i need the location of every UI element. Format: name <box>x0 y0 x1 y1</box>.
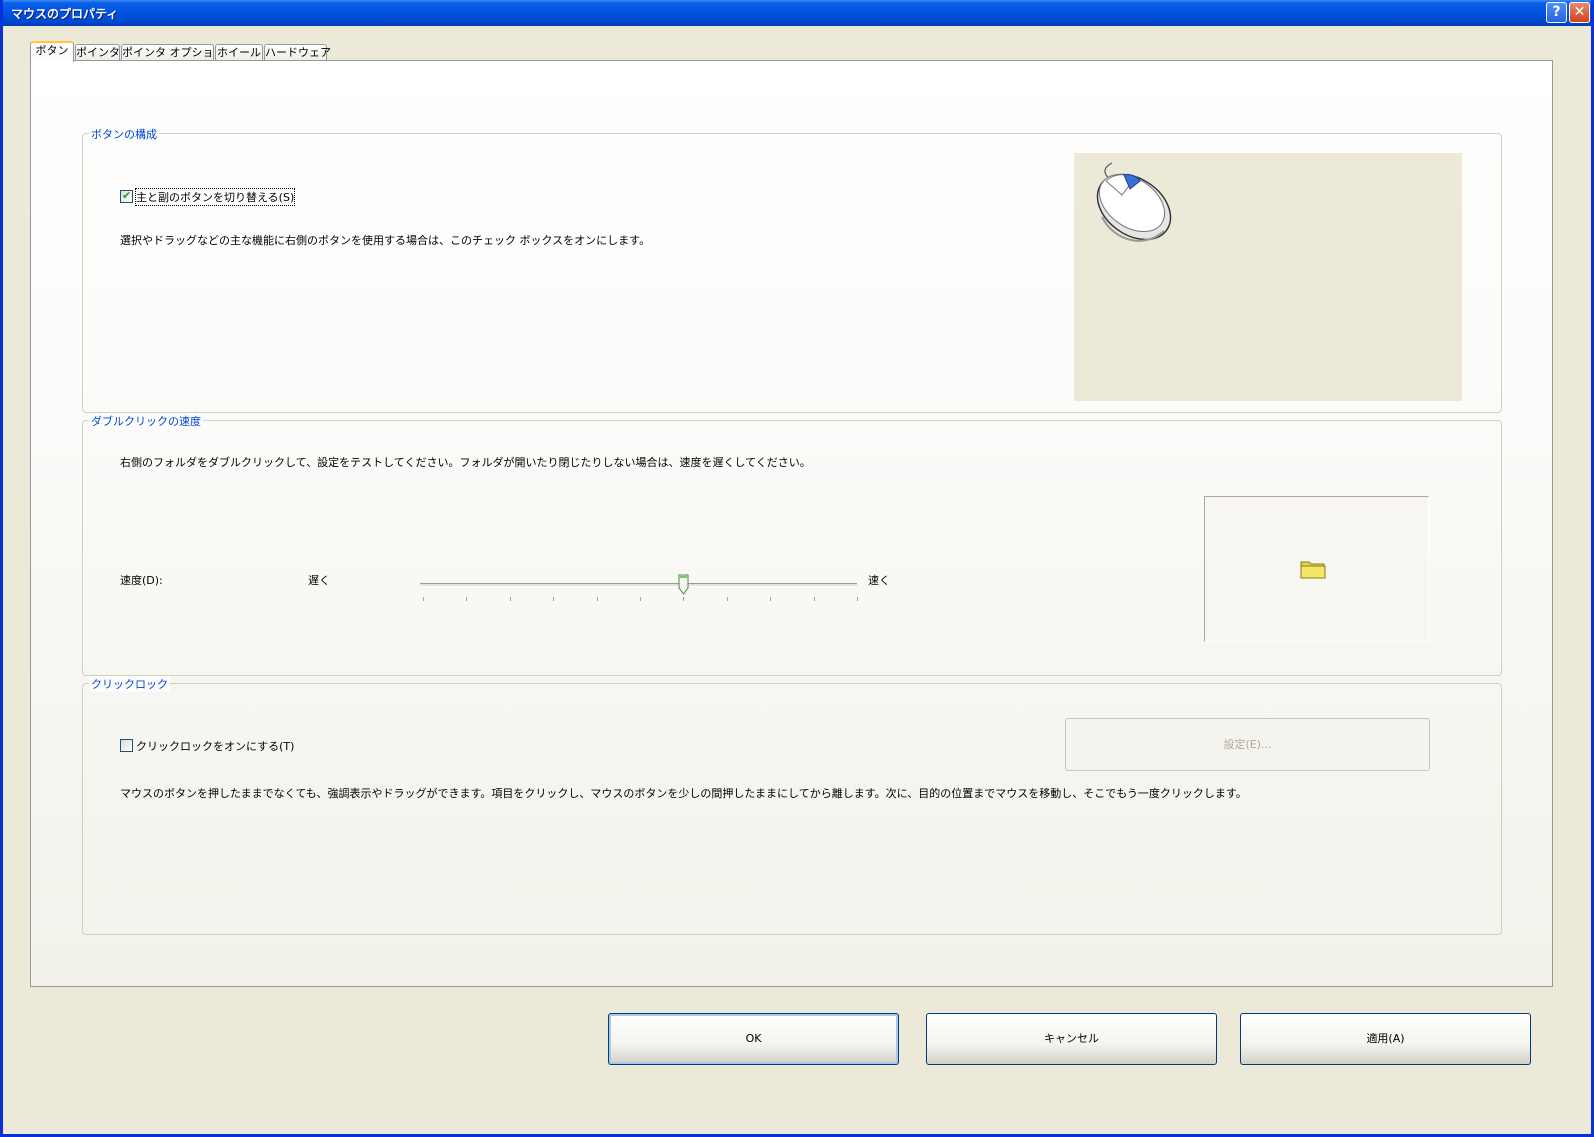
swap-description: 選択やドラッグなどの主な機能に右側のボタンを使用する場合は、このチェック ボック… <box>120 234 651 247</box>
tab-pointer-options[interactable]: ポインタ オプション <box>121 44 225 61</box>
slider-tick <box>770 597 771 601</box>
slider-tick <box>423 597 424 601</box>
button-config-group: ボタンの構成 ✔ 主と副のボタンを切り替える(S) 選択やドラッグなどの主な機能… <box>82 126 1502 413</box>
slow-label: 遅く <box>308 574 330 587</box>
button-label: OK <box>745 1032 762 1045</box>
tab-label: ハードウェア <box>265 46 331 59</box>
swap-buttons-label[interactable]: 主と副のボタンを切り替える(S) <box>134 188 296 206</box>
group-legend: クリックロック <box>89 676 170 692</box>
close-icon: ✕ <box>1573 4 1586 20</box>
fast-label: 速く <box>868 574 890 587</box>
click-lock-settings-button[interactable]: 設定(E)... <box>1065 718 1430 771</box>
slider-tick <box>466 597 467 601</box>
speed-slider-track[interactable] <box>420 583 857 587</box>
slider-tick <box>597 597 598 601</box>
check-icon: ✔ <box>122 189 132 202</box>
help-button[interactable]: ? <box>1546 2 1567 23</box>
slider-tick <box>553 597 554 601</box>
double-click-group: ダブルクリックの速度 右側のフォルダをダブルクリックして、設定をテストしてくださ… <box>82 413 1502 676</box>
group-legend: ダブルクリックの速度 <box>89 413 203 429</box>
click-lock-label[interactable]: クリックロックをオンにする(T) <box>136 738 294 754</box>
tab-wheel[interactable]: ホイール <box>215 44 263 61</box>
slider-tick <box>727 597 728 601</box>
button-label: 適用(A) <box>1366 1032 1405 1045</box>
tab-hardware[interactable]: ハードウェア <box>264 44 331 61</box>
mouse-icon <box>1096 162 1172 242</box>
cancel-button[interactable]: キャンセル <box>926 1013 1217 1065</box>
window-title: マウスのプロパティ <box>11 7 119 21</box>
speed-label: 速度(D): <box>120 574 163 587</box>
click-lock-checkbox[interactable] <box>120 739 133 752</box>
folder-icon[interactable] <box>1300 558 1326 580</box>
slider-tick <box>814 597 815 601</box>
folder-test-area <box>1204 496 1429 642</box>
swap-buttons-checkbox[interactable]: ✔ <box>120 189 133 203</box>
close-button[interactable]: ✕ <box>1569 2 1590 23</box>
tab-panel: ボタンの構成 ✔ 主と副のボタンを切り替える(S) 選択やドラッグなどの主な機能… <box>30 60 1553 987</box>
slider-tick <box>857 597 858 601</box>
slider-tick <box>510 597 511 601</box>
double-click-description: 右側のフォルダをダブルクリックして、設定をテストしてください。フォルダが開いたり… <box>120 456 811 469</box>
button-label: 設定(E)... <box>1223 738 1272 751</box>
ok-button[interactable]: OK <box>608 1013 899 1065</box>
slider-tick <box>640 597 641 601</box>
tab-buttons[interactable]: ボタン <box>30 41 74 62</box>
group-legend: ボタンの構成 <box>89 126 159 142</box>
tab-label: ポインタ オプション <box>122 46 225 59</box>
speed-slider-thumb[interactable] <box>678 574 689 595</box>
tab-label: ボタン <box>35 44 69 57</box>
click-lock-group: クリックロック クリックロックをオンにする(T) 設定(E)... マウスのボタ… <box>82 676 1502 935</box>
tab-label: ホイール <box>217 46 261 59</box>
title-bar[interactable]: マウスのプロパティ ? ✕ <box>3 0 1591 26</box>
button-label: キャンセル <box>1044 1032 1099 1045</box>
tab-label: ポインタ <box>76 46 120 59</box>
slider-tick <box>683 597 684 601</box>
mouse-preview <box>1074 153 1462 401</box>
tab-pointers[interactable]: ポインタ <box>75 44 120 61</box>
apply-button[interactable]: 適用(A) <box>1240 1013 1531 1065</box>
dialog-window: マウスのプロパティ ? ✕ ボタン ポインタ ポインタ オプション ホイール ハ… <box>0 0 1594 1137</box>
help-icon: ? <box>1552 4 1561 20</box>
click-lock-description: マウスのボタンを押したままでなくても、強調表示やドラッグができます。項目をクリッ… <box>120 787 1247 800</box>
